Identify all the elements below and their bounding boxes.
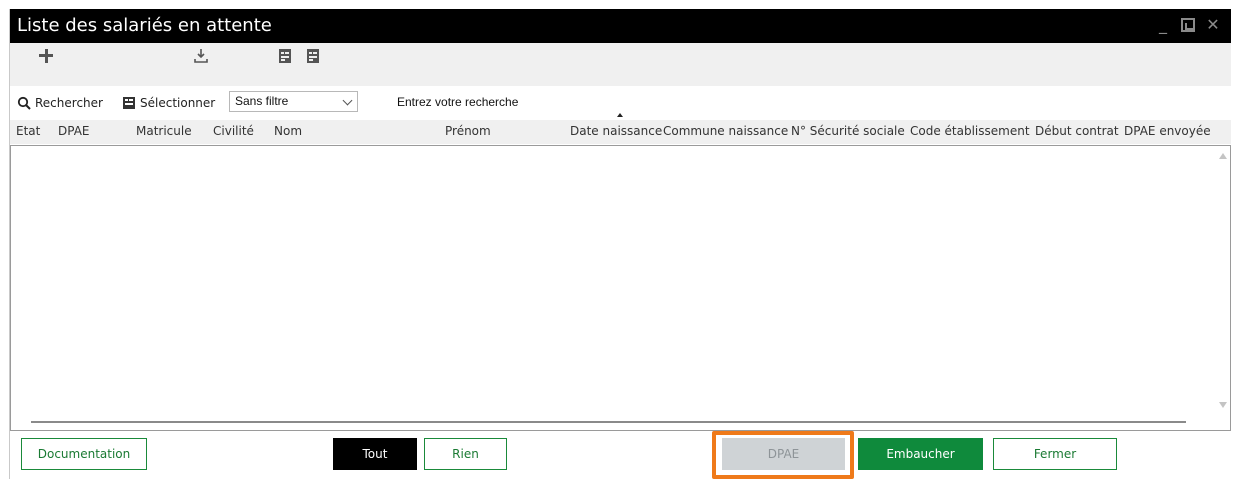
employee-list[interactable] bbox=[10, 145, 1231, 431]
table-header: Etat DPAE Matricule Civilité Nom Prénom … bbox=[10, 120, 1231, 144]
search-input[interactable]: Entrez votre recherche bbox=[397, 86, 518, 120]
column-header[interactable]: Civilité bbox=[213, 124, 254, 138]
restore-icon[interactable] bbox=[1181, 18, 1195, 32]
select-none-button[interactable]: Rien bbox=[424, 438, 507, 470]
column-header[interactable]: N° Sécurité sociale bbox=[791, 124, 905, 138]
search-icon bbox=[17, 96, 31, 110]
title-bar: Liste des salariés en attente _ ✕ bbox=[10, 9, 1231, 43]
hire-button[interactable]: Embaucher bbox=[858, 438, 983, 470]
column-header[interactable]: Etat bbox=[16, 124, 40, 138]
select-button[interactable]: Sélectionner bbox=[122, 86, 215, 120]
filter-value: Sans filtre bbox=[235, 94, 289, 108]
column-header[interactable]: DPAE bbox=[58, 124, 90, 138]
column-header[interactable]: Prénom bbox=[445, 124, 491, 138]
chevron-down-icon bbox=[342, 95, 353, 106]
column-header[interactable]: DPAE envoyée bbox=[1124, 124, 1211, 138]
filter-select[interactable]: Sans filtre bbox=[229, 91, 358, 112]
column-header[interactable]: Nom bbox=[274, 124, 302, 138]
close-button[interactable]: Fermer bbox=[993, 438, 1117, 470]
toolbar: Rechercher Sélectionner Sans filtre Entr… bbox=[10, 43, 1231, 112]
window-title: Liste des salariés en attente bbox=[17, 15, 272, 36]
select-icon bbox=[123, 97, 135, 109]
documentation-button[interactable]: Documentation bbox=[21, 438, 147, 470]
export-icon[interactable] bbox=[193, 48, 209, 64]
scroll-down-icon[interactable] bbox=[1219, 402, 1227, 408]
footer: Documentation Tout Rien DPAE Embaucher F… bbox=[10, 431, 1231, 479]
doc-icon[interactable] bbox=[306, 48, 322, 64]
select-label: Sélectionner bbox=[140, 96, 216, 110]
sort-indicator-icon bbox=[617, 113, 623, 117]
dpae-button[interactable]: DPAE bbox=[722, 438, 845, 470]
plus-icon[interactable] bbox=[38, 48, 54, 64]
minimize-icon[interactable]: _ bbox=[1155, 16, 1171, 34]
column-header[interactable]: Commune naissance bbox=[663, 124, 788, 138]
column-header[interactable]: Date naissance bbox=[570, 124, 662, 138]
column-header[interactable]: Matricule bbox=[136, 124, 192, 138]
search-label: Rechercher bbox=[35, 96, 103, 110]
window: Liste des salariés en attente _ ✕ Recher… bbox=[9, 9, 1231, 479]
window-controls: _ ✕ bbox=[1155, 16, 1221, 34]
search-button[interactable]: Rechercher bbox=[17, 86, 103, 120]
scroll-up-icon[interactable] bbox=[1219, 153, 1227, 159]
column-header[interactable]: Début contrat bbox=[1035, 124, 1119, 138]
doc-icon[interactable] bbox=[278, 48, 294, 64]
select-all-button[interactable]: Tout bbox=[333, 438, 417, 470]
column-header[interactable]: Code établissement bbox=[910, 124, 1030, 138]
close-icon[interactable]: ✕ bbox=[1205, 16, 1221, 34]
horizontal-scrollbar[interactable] bbox=[31, 421, 1186, 423]
